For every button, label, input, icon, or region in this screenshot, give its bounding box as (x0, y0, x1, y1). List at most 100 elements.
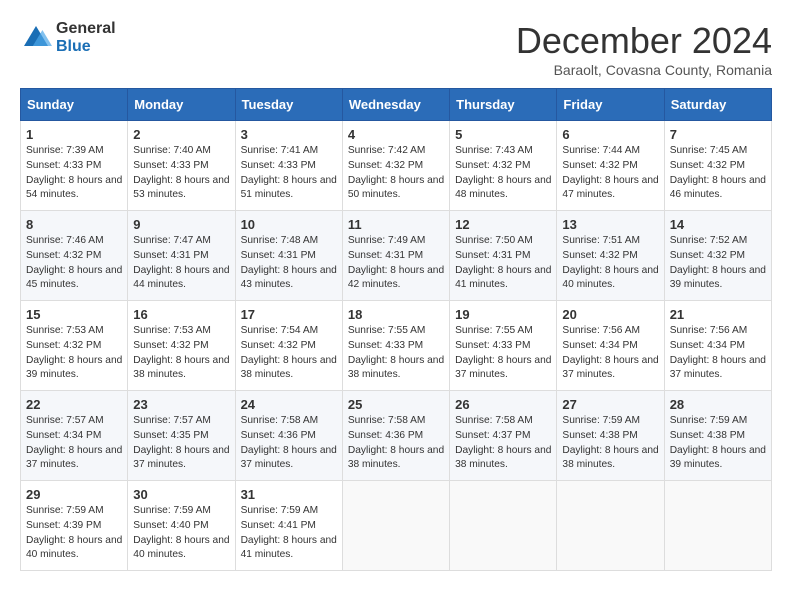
day-number: 9 (133, 217, 229, 232)
day-info: Sunrise: 7:53 AMSunset: 4:32 PMDaylight:… (133, 324, 229, 383)
day-info: Sunrise: 7:49 AMSunset: 4:31 PMDaylight:… (348, 234, 444, 293)
calendar-cell: 25 Sunrise: 7:58 AMSunset: 4:36 PMDayligh… (342, 391, 449, 481)
calendar-cell: 17Sunrise: 7:54 AMSunset: 4:32 PMDayligh… (235, 301, 342, 391)
title-section: December 2024 Baraolt, Covasna County, R… (516, 20, 772, 78)
day-number: 21 (670, 307, 766, 322)
calendar-cell: 4 Sunrise: 7:42 AMSunset: 4:32 PMDaylight… (342, 121, 449, 211)
logo: General Blue (20, 20, 116, 55)
calendar-cell: 9 Sunrise: 7:47 AMSunset: 4:31 PMDaylight… (128, 211, 235, 301)
day-info: Sunrise: 7:59 AMSunset: 4:38 PMDaylight:… (562, 414, 658, 473)
day-number: 11 (348, 217, 444, 232)
page-header: General Blue December 2024 Baraolt, Cova… (20, 20, 772, 78)
calendar-cell: 19 Sunrise: 7:55 AMSunset: 4:33 PMDayligh… (450, 301, 557, 391)
calendar-cell: 7 Sunrise: 7:45 AMSunset: 4:32 PMDaylight… (664, 121, 771, 211)
day-number: 3 (241, 127, 337, 142)
logo-icon (20, 22, 52, 54)
calendar-cell: 10 Sunrise: 7:48 AMSunset: 4:31 PMDayligh… (235, 211, 342, 301)
calendar-week-row: 8 Sunrise: 7:46 AMSunset: 4:32 PMDaylight… (21, 211, 772, 301)
day-number: 20 (562, 307, 658, 322)
day-number: 24 (241, 397, 337, 412)
calendar-cell: 22 Sunrise: 7:57 AMSunset: 4:34 PMDayligh… (21, 391, 128, 481)
day-info: Sunrise: 7:59 AMSunset: 4:38 PMDaylight:… (670, 414, 766, 473)
day-info: Sunrise: 7:59 AMSunset: 4:41 PMDaylight:… (241, 504, 337, 563)
day-info: Sunrise: 7:46 AMSunset: 4:32 PMDaylight:… (26, 234, 122, 293)
day-number: 2 (133, 127, 229, 142)
weekday-header: Thursday (450, 89, 557, 121)
calendar-cell (342, 481, 449, 571)
day-info: Sunrise: 7:55 AMSunset: 4:33 PMDaylight:… (455, 324, 551, 383)
calendar-cell: 18 Sunrise: 7:55 AMSunset: 4:33 PMDayligh… (342, 301, 449, 391)
calendar-cell (664, 481, 771, 571)
calendar-cell: 20 Sunrise: 7:56 AMSunset: 4:34 PMDayligh… (557, 301, 664, 391)
calendar-cell: 5 Sunrise: 7:43 AMSunset: 4:32 PMDaylight… (450, 121, 557, 211)
logo-text: General Blue (56, 20, 116, 55)
day-info: Sunrise: 7:56 AMSunset: 4:34 PMDaylight:… (670, 324, 766, 383)
day-info: Sunrise: 7:59 AMSunset: 4:39 PMDaylight:… (26, 504, 122, 563)
day-info: Sunrise: 7:57 AMSunset: 4:35 PMDaylight:… (133, 414, 229, 473)
day-number: 31 (241, 487, 337, 502)
calendar-week-row: 15Sunrise: 7:53 AMSunset: 4:32 PMDayligh… (21, 301, 772, 391)
calendar-cell: 21 Sunrise: 7:56 AMSunset: 4:34 PMDayligh… (664, 301, 771, 391)
day-info: Sunrise: 7:53 AMSunset: 4:32 PMDaylight:… (26, 324, 122, 383)
calendar-cell: 15Sunrise: 7:53 AMSunset: 4:32 PMDayligh… (21, 301, 128, 391)
calendar-cell: 2 Sunrise: 7:40 AMSunset: 4:33 PMDaylight… (128, 121, 235, 211)
calendar-table: SundayMondayTuesdayWednesdayThursdayFrid… (20, 88, 772, 571)
calendar-cell: 14Sunrise: 7:52 AMSunset: 4:32 PMDayligh… (664, 211, 771, 301)
calendar-cell: 3 Sunrise: 7:41 AMSunset: 4:33 PMDaylight… (235, 121, 342, 211)
day-number: 4 (348, 127, 444, 142)
day-number: 10 (241, 217, 337, 232)
day-number: 30 (133, 487, 229, 502)
calendar-week-row: 29 Sunrise: 7:59 AMSunset: 4:39 PMDayligh… (21, 481, 772, 571)
day-info: Sunrise: 7:59 AMSunset: 4:40 PMDaylight:… (133, 504, 229, 563)
day-info: Sunrise: 7:41 AMSunset: 4:33 PMDaylight:… (241, 144, 337, 203)
weekday-header: Saturday (664, 89, 771, 121)
day-number: 19 (455, 307, 551, 322)
day-info: Sunrise: 7:40 AMSunset: 4:33 PMDaylight:… (133, 144, 229, 203)
calendar-week-row: 1 Sunrise: 7:39 AMSunset: 4:33 PMDaylight… (21, 121, 772, 211)
day-number: 8 (26, 217, 122, 232)
day-info: Sunrise: 7:57 AMSunset: 4:34 PMDaylight:… (26, 414, 122, 473)
day-info: Sunrise: 7:45 AMSunset: 4:32 PMDaylight:… (670, 144, 766, 203)
day-info: Sunrise: 7:55 AMSunset: 4:33 PMDaylight:… (348, 324, 444, 383)
day-number: 14 (670, 217, 766, 232)
month-title: December 2024 (516, 20, 772, 62)
day-info: Sunrise: 7:42 AMSunset: 4:32 PMDaylight:… (348, 144, 444, 203)
day-info: Sunrise: 7:50 AMSunset: 4:31 PMDaylight:… (455, 234, 551, 293)
logo-general: General (56, 20, 116, 38)
day-number: 16 (133, 307, 229, 322)
day-number: 22 (26, 397, 122, 412)
day-info: Sunrise: 7:58 AMSunset: 4:37 PMDaylight:… (455, 414, 551, 473)
day-number: 25 (348, 397, 444, 412)
calendar-cell: 1 Sunrise: 7:39 AMSunset: 4:33 PMDaylight… (21, 121, 128, 211)
day-number: 27 (562, 397, 658, 412)
calendar-cell: 12 Sunrise: 7:50 AMSunset: 4:31 PMDayligh… (450, 211, 557, 301)
calendar-cell: 13Sunrise: 7:51 AMSunset: 4:32 PMDayligh… (557, 211, 664, 301)
weekday-header: Tuesday (235, 89, 342, 121)
calendar-cell: 11 Sunrise: 7:49 AMSunset: 4:31 PMDayligh… (342, 211, 449, 301)
day-info: Sunrise: 7:58 AMSunset: 4:36 PMDaylight:… (348, 414, 444, 473)
day-info: Sunrise: 7:39 AMSunset: 4:33 PMDaylight:… (26, 144, 122, 203)
calendar-cell: 6 Sunrise: 7:44 AMSunset: 4:32 PMDaylight… (557, 121, 664, 211)
day-number: 23 (133, 397, 229, 412)
day-number: 29 (26, 487, 122, 502)
day-info: Sunrise: 7:43 AMSunset: 4:32 PMDaylight:… (455, 144, 551, 203)
day-number: 18 (348, 307, 444, 322)
day-info: Sunrise: 7:47 AMSunset: 4:31 PMDaylight:… (133, 234, 229, 293)
weekday-header: Sunday (21, 89, 128, 121)
day-number: 6 (562, 127, 658, 142)
day-info: Sunrise: 7:44 AMSunset: 4:32 PMDaylight:… (562, 144, 658, 203)
day-number: 5 (455, 127, 551, 142)
calendar-cell: 28Sunrise: 7:59 AMSunset: 4:38 PMDayligh… (664, 391, 771, 481)
day-info: Sunrise: 7:51 AMSunset: 4:32 PMDaylight:… (562, 234, 658, 293)
calendar-cell (450, 481, 557, 571)
calendar-cell: 8 Sunrise: 7:46 AMSunset: 4:32 PMDaylight… (21, 211, 128, 301)
day-number: 26 (455, 397, 551, 412)
calendar-week-row: 22 Sunrise: 7:57 AMSunset: 4:34 PMDayligh… (21, 391, 772, 481)
day-info: Sunrise: 7:56 AMSunset: 4:34 PMDaylight:… (562, 324, 658, 383)
weekday-header: Friday (557, 89, 664, 121)
calendar-cell: 23 Sunrise: 7:57 AMSunset: 4:35 PMDayligh… (128, 391, 235, 481)
day-number: 1 (26, 127, 122, 142)
day-number: 7 (670, 127, 766, 142)
day-info: Sunrise: 7:48 AMSunset: 4:31 PMDaylight:… (241, 234, 337, 293)
day-number: 12 (455, 217, 551, 232)
